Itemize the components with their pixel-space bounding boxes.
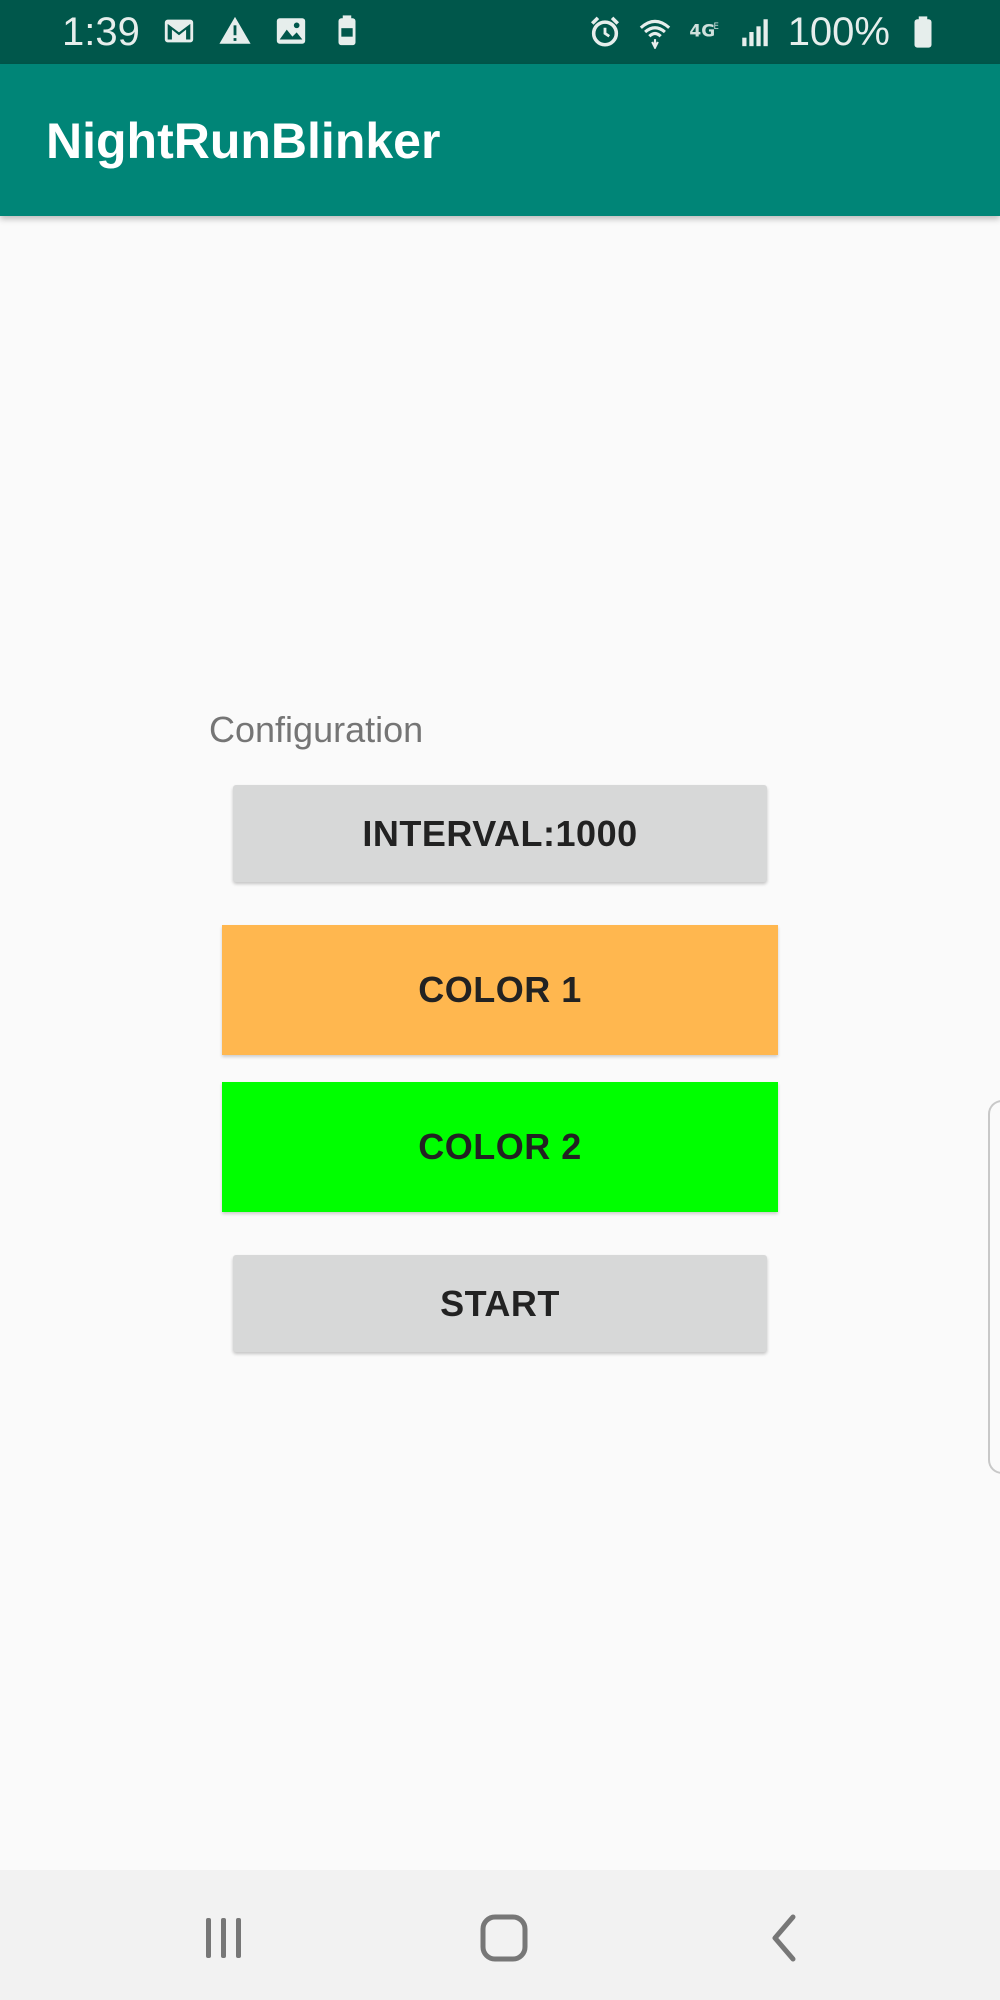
battery-icon (906, 15, 940, 49)
nav-bar (0, 1870, 1000, 2000)
alarm-icon (588, 15, 622, 49)
color1-button[interactable]: COLOR 1 (222, 925, 778, 1055)
4g-icon: 4G E (688, 15, 722, 49)
status-time: 1:39 (62, 10, 140, 54)
battery-percent: 100% (787, 10, 890, 54)
home-icon[interactable] (469, 1903, 539, 1973)
gmail-icon (162, 14, 196, 48)
configuration-label: Configuration (209, 709, 424, 750)
status-bar: 1:39 4G E 100% (0, 0, 1000, 64)
wifi-icon (638, 15, 672, 49)
signal-icon (738, 15, 772, 49)
back-icon[interactable] (749, 1903, 819, 1973)
app-title: NightRunBlinker (46, 113, 441, 169)
image-icon (274, 14, 308, 48)
status-right: 4G E 100% (588, 8, 940, 56)
color2-button[interactable]: COLOR 2 (222, 1082, 778, 1212)
battery-saver-icon (330, 14, 364, 48)
svg-text:E: E (713, 22, 718, 32)
warning-icon (218, 14, 252, 48)
svg-text:4G: 4G (689, 21, 715, 41)
recents-icon[interactable] (189, 1903, 259, 1973)
app-bar: NightRunBlinker (0, 64, 1000, 216)
status-left-icons (162, 14, 364, 48)
edge-panel-handle[interactable] (988, 1100, 1000, 1474)
interval-button[interactable]: INTERVAL:1000 (233, 785, 767, 882)
start-button[interactable]: START (233, 1255, 767, 1352)
